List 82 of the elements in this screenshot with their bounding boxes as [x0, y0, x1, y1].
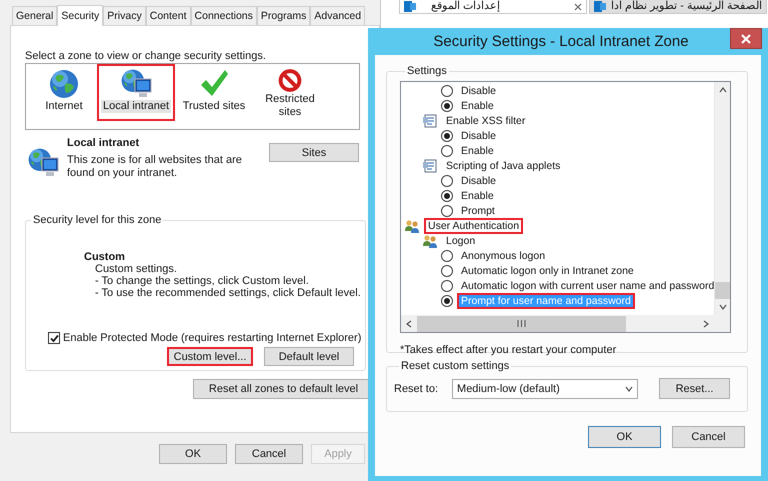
grip-icon — [517, 320, 526, 327]
reset-label: Reset to: — [394, 382, 438, 394]
site-icon — [404, 1, 416, 12]
tab[interactable]: Connections — [190, 6, 257, 25]
option-label: Automatic logon only in Intranet zone — [460, 264, 635, 278]
tab[interactable]: Programs — [256, 6, 310, 25]
scrollbar-thumb[interactable] — [417, 316, 626, 332]
users-icon — [422, 234, 438, 248]
globe-monitor-icon — [27, 147, 59, 179]
browser-tab[interactable]: إعدادات الموقع — [399, 0, 587, 14]
tab[interactable]: Security — [57, 5, 104, 26]
dialog-button[interactable]: Cancel — [235, 444, 303, 464]
site-icon — [594, 1, 606, 12]
dialog-button[interactable]: OK — [159, 444, 227, 464]
option-label: Disable — [460, 84, 498, 98]
radio-button[interactable] — [441, 174, 453, 186]
checkbox-label: Enable Protected Mode (requires restarting Internet Explorer) — [63, 332, 362, 344]
globe-icon — [48, 68, 80, 100]
setting-label: Scripting of Java applets — [445, 158, 562, 174]
group-legend: Settings — [405, 65, 449, 77]
browser-tab[interactable]: الصفحة الرئيسية - تطوير نظام ادا — [589, 0, 767, 14]
zone-prompt: Select a zone to view or change security settings. — [25, 50, 267, 62]
users-icon — [404, 218, 420, 232]
option-label: Enable — [460, 188, 495, 204]
category-label: User Authentication — [424, 218, 524, 234]
vertical-scrollbar[interactable] — [714, 82, 730, 315]
close-icon — [741, 34, 751, 44]
dialog-button[interactable]: OK — [588, 426, 661, 448]
zone-button[interactable]: Local intranet — [97, 64, 175, 121]
radio-button[interactable] — [441, 100, 453, 112]
script-icon — [422, 114, 438, 128]
option-label: Enable — [460, 144, 495, 158]
sites-button[interactable]: Sites — [269, 143, 359, 162]
tab[interactable]: Advanced — [310, 6, 366, 25]
option-label: Anonymous logon — [460, 248, 546, 264]
radio-button[interactable] — [441, 84, 453, 96]
horizontal-scrollbar[interactable] — [401, 315, 714, 332]
window-title: Security Settings - Local Intranet Zone — [433, 33, 689, 50]
tab[interactable]: Privacy — [103, 6, 146, 25]
scrollbar-thumb[interactable] — [715, 282, 730, 299]
reset-dropdown[interactable]: Medium-low (default) — [452, 378, 638, 398]
option-label: Enable — [460, 98, 495, 114]
zone-button[interactable]: Restricted sites — [253, 64, 327, 121]
option-label: Disable — [460, 128, 498, 144]
script-icon — [422, 158, 438, 172]
dialog-button[interactable]: Cancel — [672, 426, 745, 448]
level-description: Custom settings. — [94, 263, 178, 275]
restart-note: *Takes effect after you restart your computer — [400, 344, 618, 356]
radio-button[interactable] — [441, 264, 453, 276]
radio-button[interactable] — [441, 130, 453, 142]
zone-button[interactable]: Internet — [33, 64, 95, 121]
radio-button[interactable] — [441, 190, 453, 202]
chevron-down-icon — [625, 384, 634, 392]
radio-button[interactable] — [441, 294, 453, 306]
level-button[interactable]: Default level — [264, 347, 354, 366]
radio-button[interactable] — [441, 280, 453, 292]
check-icon — [50, 334, 58, 342]
level-description: - To change the settings, click Custom level. — [94, 275, 310, 287]
tab[interactable]: Content — [146, 6, 191, 25]
zone-button[interactable]: Trusted sites — [177, 64, 251, 121]
radio-button[interactable] — [441, 144, 453, 156]
tab[interactable]: General — [12, 6, 58, 25]
option-label: Prompt — [460, 204, 496, 218]
level-description: - To use the recommended settings, click Default level. — [94, 287, 362, 299]
level-button[interactable]: Custom level... — [167, 347, 253, 366]
zone-title: Local intranet — [67, 137, 140, 150]
level-name: Custom — [84, 251, 126, 263]
option-label: Prompt for user name and password — [457, 292, 635, 308]
setting-label: Logon — [445, 234, 476, 248]
radio-button[interactable] — [441, 204, 453, 216]
group-legend: Reset custom settings — [399, 360, 512, 372]
globe-monitor-icon — [120, 68, 152, 100]
zone-description: This zone is for all websites that are found on your intranet. — [67, 154, 243, 180]
reset-button[interactable]: Reset... — [659, 378, 730, 399]
group-legend: Security level for this zone — [31, 214, 164, 226]
option-label: Disable — [460, 174, 498, 188]
setting-label: Enable XSS filter — [445, 114, 526, 128]
option-label: Automatic logon with current user name and password — [460, 278, 714, 294]
close-icon[interactable] — [574, 2, 582, 10]
checkbox[interactable] — [48, 332, 60, 344]
radio-button[interactable] — [441, 250, 453, 262]
close-button[interactable] — [730, 28, 762, 49]
